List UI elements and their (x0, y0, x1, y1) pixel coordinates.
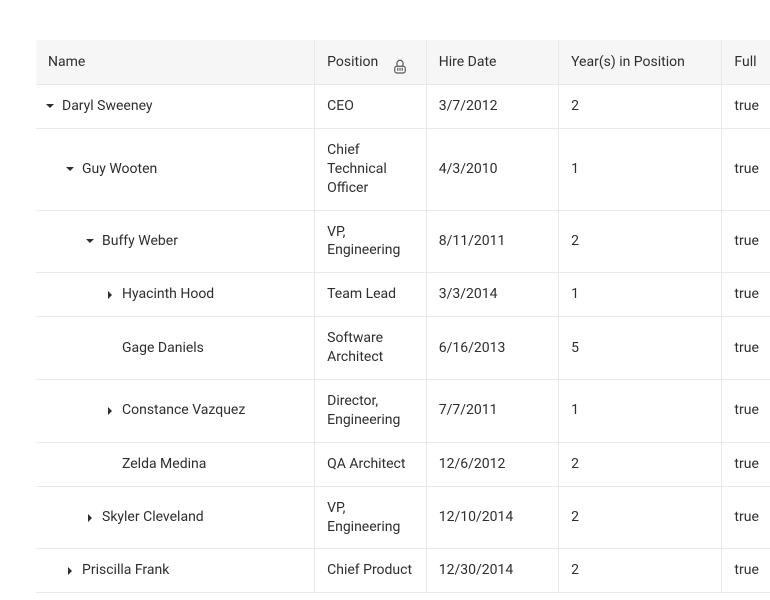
row-position: Software Architect (315, 317, 427, 380)
column-header-full[interactable]: Full (722, 40, 770, 85)
row-hire-date: 3/7/2012 (427, 85, 559, 129)
row-hire-date: 6/16/2013 (427, 317, 559, 380)
row-full: true (722, 380, 770, 443)
row-years: 2 (559, 85, 722, 129)
column-header-position[interactable]: Position (315, 40, 427, 85)
row-name: Buffy Weber (102, 232, 178, 251)
collapse-toggle-icon[interactable] (64, 565, 76, 577)
row-years: 2 (559, 549, 722, 593)
table-row[interactable]: Priscilla Frank Chief Product12/30/20142t… (36, 549, 770, 593)
expand-toggle-icon[interactable] (44, 100, 56, 112)
row-hire-date: 12/30/2014 (427, 549, 559, 593)
row-full: true (722, 273, 770, 317)
table-row[interactable]: Skyler Cleveland VP, Engineering12/10/201… (36, 487, 770, 550)
row-position: QA Architect (315, 443, 427, 487)
table-row[interactable]: Guy Wooten Chief Technical Officer4/3/201… (36, 129, 770, 211)
row-full: true (722, 85, 770, 129)
collapse-toggle-icon[interactable] (104, 289, 116, 301)
row-name: Daryl Sweeney (62, 97, 153, 116)
row-years: 1 (559, 380, 722, 443)
row-position: CEO (315, 85, 427, 129)
row-full: true (722, 317, 770, 380)
collapse-toggle-icon[interactable] (104, 405, 116, 417)
row-hire-date: 3/3/2014 (427, 273, 559, 317)
column-header-hire-date[interactable]: Hire Date (427, 40, 559, 85)
table-row[interactable]: Hyacinth Hood Team Lead3/3/20141true (36, 273, 770, 317)
row-position: Team Lead (315, 273, 427, 317)
row-hire-date: 12/10/2014 (427, 487, 559, 550)
row-full: true (722, 549, 770, 593)
column-header-name[interactable]: Name (36, 40, 315, 85)
row-years: 2 (559, 443, 722, 487)
row-full: true (722, 211, 770, 274)
row-position: Chief Product (315, 549, 427, 593)
row-name: Skyler Cleveland (102, 508, 204, 527)
expand-toggle-icon[interactable] (84, 235, 96, 247)
row-years: 1 (559, 273, 722, 317)
row-name: Zelda Medina (122, 455, 206, 474)
collapse-toggle-icon[interactable] (84, 512, 96, 524)
column-header-years[interactable]: Year(s) in Position (559, 40, 722, 85)
expand-toggle-icon[interactable] (64, 163, 76, 175)
table-row[interactable]: Gage Daniels Software Architect6/16/20135… (36, 317, 770, 380)
row-full: true (722, 487, 770, 550)
row-name: Hyacinth Hood (122, 285, 214, 304)
row-position: Chief Technical Officer (315, 129, 427, 211)
row-years: 2 (559, 487, 722, 550)
table-row[interactable]: Daryl Sweeney CEO3/7/20122true (36, 85, 770, 129)
row-name: Constance Vazquez (122, 401, 245, 420)
row-name: Gage Daniels (122, 339, 204, 358)
row-name: Priscilla Frank (82, 561, 169, 580)
table-row[interactable]: Buffy Weber VP, Engineering8/11/20112true (36, 211, 770, 274)
column-header-row: Name Position Hire Date Year(s) in Posit… (36, 40, 770, 85)
row-hire-date: 12/6/2012 (427, 443, 559, 487)
row-years: 2 (559, 211, 722, 274)
row-position: Director, Engineering (315, 380, 427, 443)
row-years: 1 (559, 129, 722, 211)
row-full: true (722, 443, 770, 487)
row-years: 5 (559, 317, 722, 380)
row-name: Guy Wooten (82, 160, 157, 179)
row-position: VP, Engineering (315, 211, 427, 274)
row-position: VP, Engineering (315, 487, 427, 550)
row-hire-date: 7/7/2011 (427, 380, 559, 443)
table-row[interactable]: Zelda Medina QA Architect12/6/20122true (36, 443, 770, 487)
row-hire-date: 4/3/2010 (427, 129, 559, 211)
table-row[interactable]: Constance Vazquez Director, Engineering7/… (36, 380, 770, 443)
row-full: true (722, 129, 770, 211)
row-hire-date: 8/11/2011 (427, 211, 559, 274)
tree-grid: Name Position Hire Date Year(s) in Posit… (36, 40, 770, 593)
